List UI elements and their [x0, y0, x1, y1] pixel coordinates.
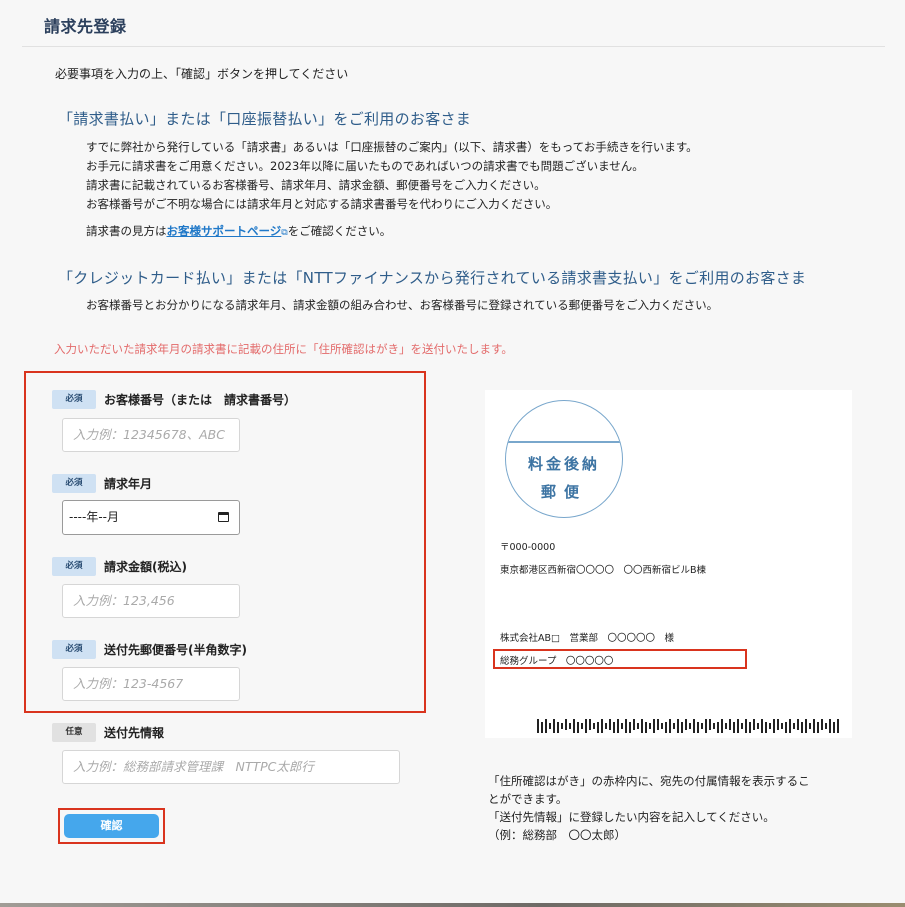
- caption-line: （例：総務部 〇〇太郎）: [488, 828, 626, 842]
- intro-text: 必要事項を入力の上、「確認」ボタンを押してください: [55, 67, 349, 81]
- amount-label: 請求金額(税込): [104, 560, 187, 574]
- customer-number-label-row: 必須 お客様番号（または 請求書番号）: [52, 389, 296, 409]
- postal-code-label-row: 必須 送付先郵便番号(半角数字): [52, 639, 247, 659]
- calendar-icon[interactable]: [218, 512, 229, 522]
- postcard-zip: 〒000-0000: [500, 542, 556, 553]
- optional-badge: 任意: [52, 723, 96, 742]
- required-badge: 必須: [52, 557, 96, 576]
- postcard-caption: 「住所確認はがき」の赤枠内に、宛先の付属情報を表示するこ とができます。 「送付…: [488, 772, 810, 844]
- customer-number-input[interactable]: 入力例：12345678、ABC: [62, 418, 240, 452]
- caption-line: 「住所確認はがき」の赤枠内に、宛先の付属情報を表示するこ: [488, 774, 810, 788]
- help-suffix: をご確認ください。: [287, 224, 392, 238]
- section2-body: お客様番号とお分かりになる請求年月、請求金額の組み合わせ、お客様番号に登録されて…: [86, 298, 719, 312]
- postal-code-label: 送付先郵便番号(半角数字): [104, 643, 247, 657]
- customer-number-label: お客様番号（または 請求書番号）: [104, 393, 297, 407]
- section1-line: お手元に請求書をご用意ください。2023年以降に届いたものであればいつの請求書で…: [86, 159, 644, 173]
- confirm-highlight: 確認: [58, 808, 165, 844]
- bottom-strip: [0, 903, 905, 907]
- section1-line: 請求書に記載されているお客様番号、請求年月、請求金額、郵便番号をご入力ください。: [86, 178, 546, 192]
- help-prefix: 請求書の見方は: [86, 224, 167, 238]
- caption-line: とができます。: [488, 792, 568, 806]
- amount-input[interactable]: 入力例：123,456: [62, 584, 240, 618]
- recipient-info-label: 送付先情報: [104, 726, 165, 740]
- postcard-address: 東京都港区西新宿〇〇〇〇 〇〇西新宿ビルB棟: [500, 565, 707, 576]
- section1-help: 請求書の見方はお客様サポートページ⧉をご確認ください。: [86, 222, 391, 243]
- required-badge: 必須: [52, 474, 96, 493]
- required-badge: 必須: [52, 640, 96, 659]
- notice-text: 入力いただいた請求年月の請求書に記載の住所に「住所確認はがき」を送付いたします。: [54, 342, 513, 356]
- postcard-group: 総務グループ 〇〇〇〇〇: [500, 656, 614, 667]
- postcard-image: 料金後納 郵便 〒000-0000 東京都港区西新宿〇〇〇〇 〇〇西新宿ビルB棟…: [485, 390, 852, 738]
- section1-heading: 「請求書払い」または「口座振替払い」をご利用のお客さま: [58, 110, 472, 128]
- postage-stamp: 料金後納 郵便: [505, 400, 623, 518]
- title-divider: [22, 46, 885, 47]
- section1-line: お客様番号がご不明な場合には請求年月と対応する請求書番号を代わりにご入力ください…: [86, 197, 558, 211]
- billing-month-value: ----年--月: [69, 510, 119, 524]
- stamp-divider: [506, 441, 622, 443]
- stamp-text-top: 料金後納: [527, 455, 600, 473]
- recipient-info-label-row: 任意 送付先情報: [52, 722, 164, 742]
- recipient-info-input[interactable]: 入力例：総務部請求管理課 NTTPC太郎行: [62, 750, 400, 784]
- support-page-link[interactable]: お客様サポートページ: [167, 224, 282, 238]
- section1-body: すでに弊社から発行している「請求書」あるいは「口座振替のご案内」(以下、請求書）…: [86, 138, 698, 214]
- postal-code-input[interactable]: 入力例：123-4567: [62, 667, 240, 701]
- stamp-text-bottom: 郵便: [540, 483, 587, 501]
- required-badge: 必須: [52, 390, 96, 409]
- amount-label-row: 必須 請求金額(税込): [52, 556, 187, 576]
- billing-month-label-row: 必須 請求年月: [52, 473, 152, 493]
- billing-month-input[interactable]: ----年--月: [62, 500, 240, 535]
- caption-line: 「送付先情報」に登録したい内容を記入してください。: [488, 810, 775, 824]
- barcode-icon: [537, 719, 839, 733]
- section1-line: すでに弊社から発行している「請求書」あるいは「口座振替のご案内」(以下、請求書）…: [86, 140, 698, 154]
- postcard-company: 株式会社AB□ 営業部 〇〇〇〇〇 様: [500, 633, 674, 644]
- page-title: 請求先登録: [44, 17, 127, 36]
- confirm-button[interactable]: 確認: [64, 814, 159, 838]
- billing-month-label: 請求年月: [104, 477, 153, 491]
- section2-heading: 「クレジットカード払い」または「NTTファイナンスから発行されている請求書支払い…: [58, 269, 807, 287]
